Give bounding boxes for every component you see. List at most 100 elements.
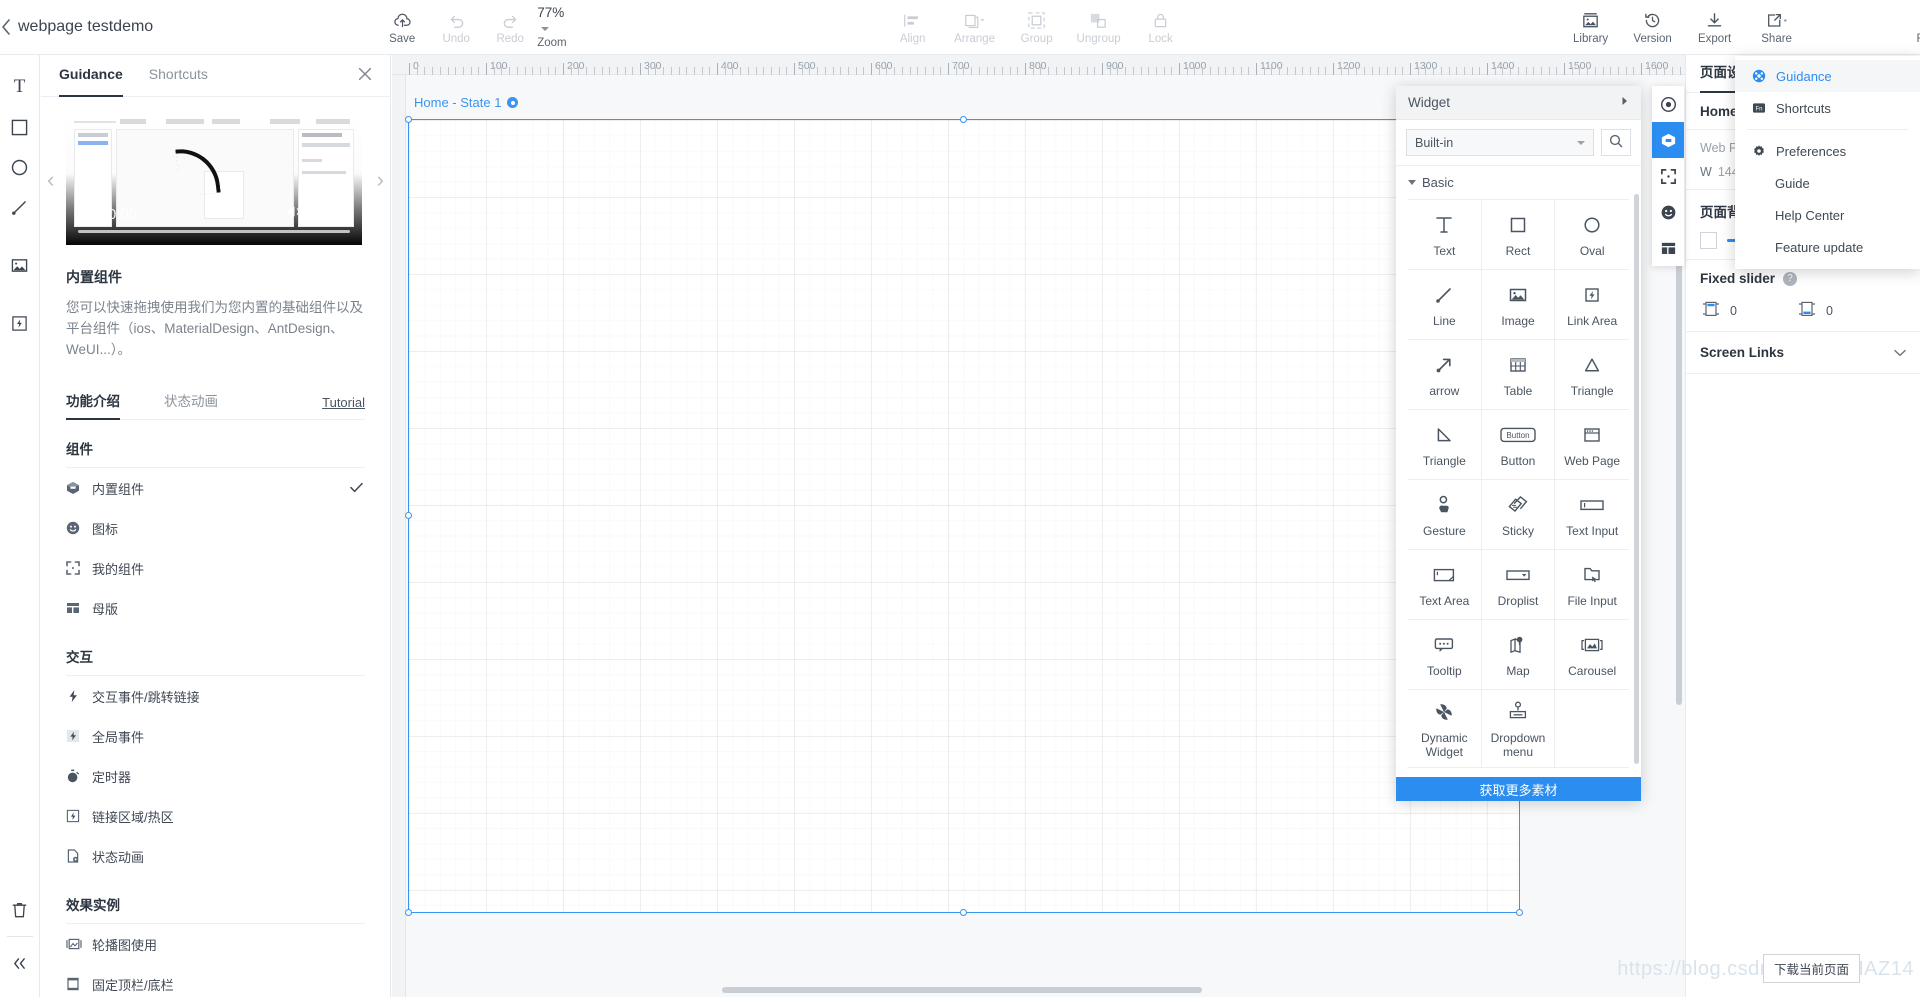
share-button[interactable]: Share xyxy=(1746,0,1808,55)
widget-item-dropdown-menu[interactable]: Dropdown menu xyxy=(1481,690,1556,768)
redo-button[interactable]: Redo xyxy=(483,0,537,55)
guidance-row-icons[interactable]: 图标 xyxy=(66,508,365,548)
delete-tool[interactable] xyxy=(3,890,37,930)
group-button[interactable]: Group xyxy=(1006,0,1068,55)
chevron-right-icon[interactable]: › xyxy=(377,167,384,193)
guidance-row-fixed-bar[interactable]: 固定顶栏/底栏 xyxy=(66,964,365,997)
widget-item-rect[interactable]: Rect xyxy=(1481,200,1556,270)
ungroup-button[interactable]: Ungroup xyxy=(1068,0,1130,55)
guidance-row-events[interactable]: 交互事件/跳转链接 xyxy=(66,676,365,716)
tutorial-video[interactable]: 0:00 xyxy=(66,115,362,245)
guidance-row-builtin[interactable]: 内置组件 xyxy=(66,468,365,508)
collapse-panel-button[interactable] xyxy=(3,943,37,983)
widget-item-gesture[interactable]: Gesture xyxy=(1408,480,1482,550)
arrange-button[interactable]: Arrange xyxy=(944,0,1006,55)
master-layout-icon[interactable] xyxy=(1652,230,1684,266)
rect-tool[interactable] xyxy=(3,107,37,147)
widget-item-text-input[interactable]: Text Input xyxy=(1555,480,1629,550)
tab-guidance[interactable]: Guidance xyxy=(59,55,123,97)
guidance-row-timer[interactable]: 定时器 xyxy=(66,756,365,796)
horizontal-scrollbar[interactable] xyxy=(722,987,1202,993)
export-button[interactable]: Export xyxy=(1684,0,1746,55)
guidance-row-carousel[interactable]: 轮播图使用 xyxy=(66,924,365,964)
menu-item-help-center[interactable]: Help Center xyxy=(1735,199,1920,231)
crop-frame-icon[interactable] xyxy=(1652,158,1684,194)
widget-item-text[interactable]: Text xyxy=(1408,200,1482,270)
guidance-row-my-components[interactable]: 我的组件 xyxy=(66,548,365,588)
widget-library-select[interactable]: Built-in xyxy=(1406,129,1594,156)
widget-item-oval[interactable]: Oval xyxy=(1555,200,1629,270)
state-label[interactable]: Home - State 1 xyxy=(414,95,519,110)
state-settings-icon[interactable] xyxy=(507,97,519,108)
guidance-row-link-area[interactable]: 链接区域/热区 xyxy=(66,796,365,836)
widget-item-web-page[interactable]: Web Page xyxy=(1555,410,1629,480)
widget-item-droplist[interactable]: Droplist xyxy=(1481,550,1556,620)
guidance-row-state-animation[interactable]: 状态动画 xyxy=(66,836,365,876)
align-button[interactable]: Align xyxy=(882,0,944,55)
video-controls[interactable]: 0:00 xyxy=(66,189,362,245)
fullscreen-icon[interactable] xyxy=(332,206,346,223)
widget-item-image[interactable]: Image xyxy=(1481,270,1556,340)
play-icon[interactable] xyxy=(80,205,92,221)
oval-tool[interactable] xyxy=(3,147,37,187)
link-area-tool[interactable] xyxy=(3,303,37,343)
selection-handle-ml[interactable] xyxy=(404,512,412,519)
widget-item-map[interactable]: Map xyxy=(1481,620,1556,690)
chevron-right-icon[interactable] xyxy=(1621,96,1629,109)
widget-item-link-area[interactable]: Link Area xyxy=(1555,270,1629,340)
selection-handle-bl[interactable] xyxy=(404,909,412,916)
widget-panel-header[interactable]: Widget xyxy=(1396,86,1641,120)
library-button[interactable]: Library xyxy=(1560,0,1622,55)
widget-item-carousel[interactable]: Carousel xyxy=(1555,620,1629,690)
widget-item-text-area[interactable]: Text Area xyxy=(1408,550,1482,620)
guidance-row-global-events[interactable]: 全局事件 xyxy=(66,716,365,756)
tutorial-link[interactable]: Tutorial xyxy=(322,395,365,410)
selection-handle-tc[interactable] xyxy=(960,115,967,123)
page-board[interactable] xyxy=(408,119,1520,913)
widget-item-triangle-up[interactable]: Triangle xyxy=(1555,340,1629,410)
image-tool[interactable] xyxy=(3,245,37,285)
video-seekbar[interactable] xyxy=(78,230,350,233)
widget-panel-scrollbar[interactable] xyxy=(1634,194,1639,764)
chevron-down-icon[interactable] xyxy=(1894,345,1906,360)
menu-item-guidance[interactable]: Guidance xyxy=(1735,60,1920,92)
lock-button[interactable]: Lock xyxy=(1130,0,1192,55)
question-icon[interactable]: ? xyxy=(1783,271,1798,286)
widget-item-tooltip[interactable]: Tooltip xyxy=(1408,620,1482,690)
screen-links-section[interactable]: Screen Links xyxy=(1686,332,1920,374)
chevron-left-icon[interactable]: ‹ xyxy=(47,167,54,193)
widget-item-right-triangle[interactable]: Triangle xyxy=(1408,410,1482,480)
widget-search-button[interactable] xyxy=(1601,129,1631,156)
widget-item-button[interactable]: Button Button xyxy=(1481,410,1556,480)
download-current-page-button[interactable]: 下载当前页面 xyxy=(1762,954,1860,983)
background-color-swatch[interactable] xyxy=(1700,232,1717,249)
undo-button[interactable]: Undo xyxy=(429,0,483,55)
menu-item-preferences[interactable]: Preferences xyxy=(1735,135,1920,167)
widget-item-sticky[interactable]: Sticky xyxy=(1481,480,1556,550)
smiley-icon[interactable] xyxy=(1652,194,1684,230)
line-tool[interactable] xyxy=(3,187,37,227)
guidance-row-master[interactable]: 母版 xyxy=(66,588,365,628)
text-tool[interactable]: T xyxy=(3,67,37,107)
widget-group-basic[interactable]: Basic xyxy=(1396,166,1641,199)
zoom-control[interactable]: 77% Zoom xyxy=(537,0,566,55)
menu-item-guide[interactable]: Guide xyxy=(1735,167,1920,199)
selection-handle-tl[interactable] xyxy=(404,115,412,123)
cube-icon[interactable] xyxy=(1652,122,1684,158)
fixed-top-item[interactable]: 0 xyxy=(1700,300,1788,321)
widget-item-file-input[interactable]: File Input xyxy=(1555,550,1629,620)
save-button[interactable]: Save xyxy=(375,0,429,55)
get-more-material-button[interactable]: 获取更多素材 xyxy=(1396,777,1641,801)
flow-button[interactable]: Flow xyxy=(1898,0,1920,55)
volume-icon[interactable] xyxy=(286,204,304,223)
version-button[interactable]: Version xyxy=(1622,0,1684,55)
target-icon[interactable] xyxy=(1652,86,1684,122)
close-icon[interactable] xyxy=(358,67,372,85)
tab-shortcuts[interactable]: Shortcuts xyxy=(149,55,208,97)
widget-item-dynamic-widget[interactable]: Dynamic Widget xyxy=(1408,690,1482,768)
widget-item-line[interactable]: Line xyxy=(1408,270,1482,340)
widget-item-table[interactable]: Table xyxy=(1481,340,1556,410)
widget-list[interactable]: Basic Text Rect Oval Line Image Link Are… xyxy=(1396,165,1641,801)
subtab-features[interactable]: 功能介绍 xyxy=(66,385,120,420)
menu-item-feature-update[interactable]: Feature update xyxy=(1735,231,1920,263)
